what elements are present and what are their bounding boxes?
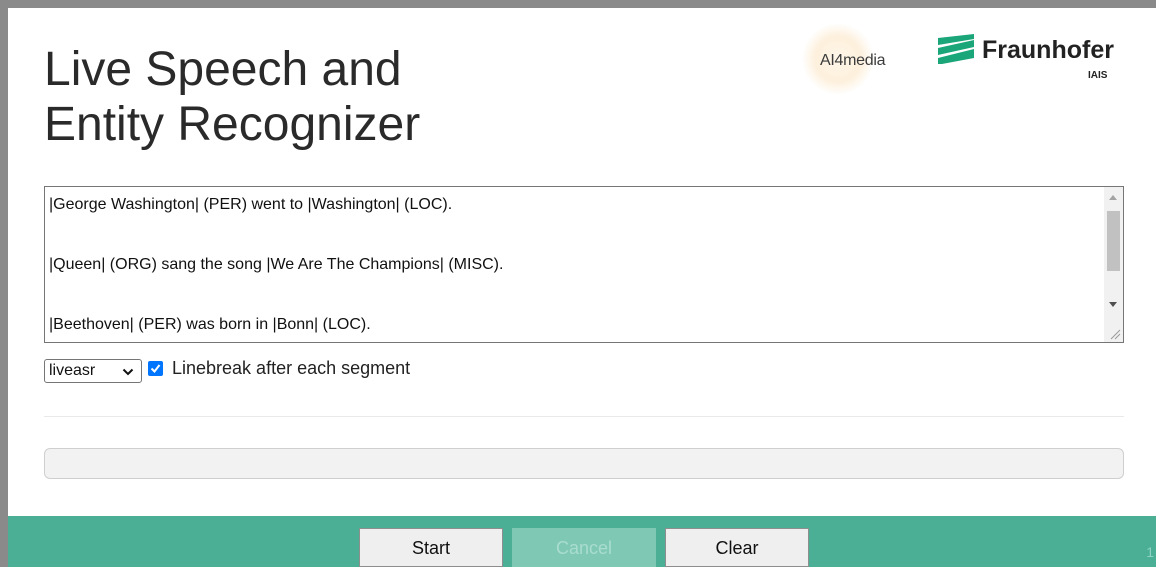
model-select[interactable]: liveasr [44, 359, 142, 383]
page-title: Live Speech and Entity Recognizer [44, 42, 420, 152]
scrollbar-thumb[interactable] [1107, 211, 1120, 271]
fraunhofer-logo-subtext: IAIS [1088, 70, 1108, 81]
ai4media-logo-text: AI4media [820, 52, 886, 69]
fraunhofer-logo: Fraunhofer IAIS [938, 34, 1138, 90]
transcript-lines: |George Washington| (PER) went to |Washi… [49, 195, 1101, 342]
model-select-value: liveasr [49, 362, 96, 379]
chevron-down-icon [122, 368, 134, 376]
cancel-button: Cancel [512, 528, 656, 567]
scroll-up-icon[interactable] [1109, 195, 1117, 200]
ai4media-logo: AI4media [802, 24, 932, 94]
resize-grip-icon[interactable] [1109, 328, 1121, 340]
progress-bar [44, 448, 1124, 479]
clear-button[interactable]: Clear [665, 528, 809, 567]
transcript-textarea[interactable]: |George Washington| (PER) went to |Washi… [44, 186, 1124, 343]
fraunhofer-logo-text: Fraunhofer [982, 36, 1114, 64]
divider [44, 416, 1124, 417]
transcript-line: |Beethoven| (PER) was born in |Bonn| (LO… [49, 316, 371, 333]
transcript-line: |George Washington| (PER) went to |Washi… [49, 196, 453, 213]
start-button[interactable]: Start [359, 528, 503, 567]
checkmark-icon [150, 364, 161, 374]
title-line-1: Live Speech and [44, 43, 402, 96]
transcript-line: |Queen| (ORG) sang the song |We Are The … [49, 256, 504, 273]
page-number: 1 [1146, 544, 1154, 560]
footer-bar: Start Cancel Clear 1 [8, 516, 1156, 567]
fraunhofer-mark-icon [938, 34, 974, 64]
app-window: Live Speech and Entity Recognizer AI4med… [8, 8, 1156, 567]
linebreak-label[interactable]: Linebreak after each segment [172, 358, 410, 379]
title-line-2: Entity Recognizer [44, 98, 421, 151]
scroll-down-icon[interactable] [1109, 302, 1117, 307]
transcript-scrollbar[interactable] [1104, 187, 1123, 342]
linebreak-checkbox[interactable] [148, 361, 163, 376]
